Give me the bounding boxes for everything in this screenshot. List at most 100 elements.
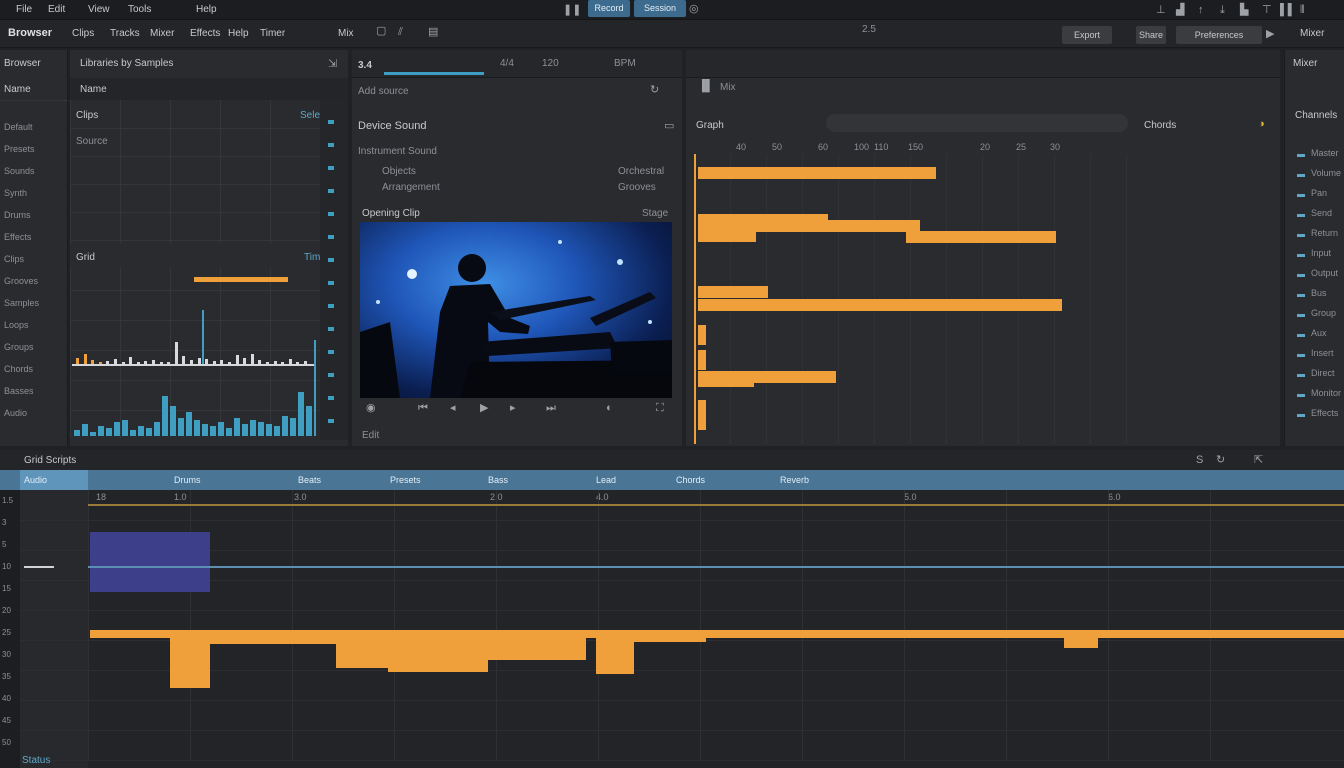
- channel-item[interactable]: Insert: [1311, 348, 1334, 358]
- toolbar-timer[interactable]: Timer: [260, 28, 285, 39]
- menu-view[interactable]: View: [88, 4, 110, 15]
- browser-item[interactable]: Basses: [4, 386, 34, 396]
- fullscreen-icon[interactable]: ⛶: [656, 402, 664, 414]
- download-icon[interactable]: ⤓: [1220, 4, 1225, 16]
- toolbar-tracks[interactable]: Tracks: [110, 28, 140, 39]
- menu-edit[interactable]: Edit: [48, 4, 65, 15]
- timeline-number: 5: [2, 540, 7, 549]
- metronome-icon[interactable]: ⊥: [1156, 4, 1166, 16]
- track-tab[interactable]: Chords: [676, 475, 705, 485]
- browser-item[interactable]: Groups: [4, 342, 34, 352]
- window-icon[interactable]: ▭: [664, 120, 674, 132]
- refresh-icon[interactable]: ↻: [650, 84, 659, 96]
- browser-item[interactable]: Samples: [4, 298, 39, 308]
- arrow-icon[interactable]: ↑: [1198, 4, 1204, 16]
- chart-icon[interactable]: ▙: [1240, 4, 1248, 16]
- channel-item[interactable]: Bus: [1311, 288, 1327, 298]
- channel-item[interactable]: Effects: [1311, 408, 1338, 418]
- user-icon[interactable]: ⫴: [1300, 4, 1305, 16]
- tab-session[interactable]: Session: [634, 0, 686, 17]
- channel-item[interactable]: Pan: [1311, 188, 1327, 198]
- graph-filter-bar[interactable]: [826, 114, 1128, 132]
- toolbar-right-label[interactable]: Mixer: [1300, 28, 1324, 39]
- browser-filter[interactable]: Name: [4, 84, 31, 95]
- track-tab[interactable]: Audio: [24, 475, 47, 485]
- analyzer-tab-filter[interactable]: Name: [80, 84, 107, 95]
- toolbar-mixer[interactable]: Mixer: [150, 28, 174, 39]
- skip-icon[interactable]: ⏭: [546, 402, 556, 414]
- menu-file[interactable]: File: [16, 4, 32, 15]
- play-icon[interactable]: ❚❚: [563, 4, 581, 16]
- menu-help[interactable]: Help: [196, 4, 217, 15]
- video-right[interactable]: Stage: [642, 208, 668, 219]
- track-tab[interactable]: Bass: [488, 475, 508, 485]
- toolbar-effects[interactable]: Effects: [190, 28, 220, 39]
- sync-icon[interactable]: ↻: [1216, 454, 1225, 466]
- back-icon[interactable]: ◂: [450, 402, 456, 414]
- graph-tab-label[interactable]: Mix: [720, 82, 736, 93]
- browser-item[interactable]: Synth: [4, 188, 27, 198]
- tab-record[interactable]: Record: [588, 0, 630, 17]
- play-icon-toolbar[interactable]: ▶: [1266, 28, 1274, 40]
- preferences-button[interactable]: Preferences: [1176, 26, 1262, 44]
- browser-item[interactable]: Presets: [4, 144, 35, 154]
- expand-icon[interactable]: ⇱: [1254, 454, 1263, 466]
- share-button[interactable]: Share: [1136, 26, 1166, 44]
- video-frame[interactable]: [360, 222, 672, 398]
- snap-icon[interactable]: ▢: [376, 25, 386, 37]
- browser-item[interactable]: Audio: [4, 408, 27, 418]
- loop-icon[interactable]: ⫽: [398, 26, 403, 38]
- browser-item[interactable]: Effects: [4, 232, 31, 242]
- forward-icon[interactable]: ▸: [510, 402, 516, 414]
- toolbar-mix[interactable]: Mix: [338, 28, 354, 39]
- track-tab[interactable]: Beats: [298, 475, 321, 485]
- settings-icon-timeline[interactable]: S: [1196, 454, 1203, 466]
- track-tab[interactable]: Presets: [390, 475, 421, 485]
- stop-icon[interactable]: ◉: [366, 402, 376, 414]
- browser-item[interactable]: Drums: [4, 210, 31, 220]
- channel-item[interactable]: Direct: [1311, 368, 1335, 378]
- channel-item[interactable]: Master: [1311, 148, 1339, 158]
- transport-progress[interactable]: [384, 72, 484, 75]
- clip-block[interactable]: [90, 532, 210, 592]
- channel-item[interactable]: Volume: [1311, 168, 1341, 178]
- browser-item[interactable]: Sounds: [4, 166, 35, 176]
- channel-item[interactable]: Send: [1311, 208, 1332, 218]
- grid-icon[interactable]: ▤: [428, 26, 438, 38]
- browser-item[interactable]: Grooves: [4, 276, 38, 286]
- rewind-icon[interactable]: ⏮: [418, 402, 428, 414]
- graph-options-icon[interactable]: ◑: [1258, 118, 1265, 130]
- play-icon-video[interactable]: ▶: [480, 402, 488, 414]
- preview-placeholder[interactable]: Add source: [358, 86, 409, 97]
- channel-item[interactable]: Monitor: [1311, 388, 1341, 398]
- pin-icon[interactable]: ⊤: [1262, 4, 1272, 16]
- toolbar-clips[interactable]: Clips: [72, 28, 94, 39]
- settings-icon[interactable]: ◎: [689, 3, 699, 15]
- graph-tab-icon[interactable]: ▐▌: [698, 80, 714, 92]
- transport-field-3[interactable]: BPM: [614, 58, 636, 69]
- channel-item[interactable]: Group: [1311, 308, 1336, 318]
- track-tab[interactable]: Drums: [174, 475, 201, 485]
- row1-value[interactable]: Orchestral: [618, 166, 664, 177]
- track-tab[interactable]: Lead: [596, 475, 616, 485]
- menu-tools[interactable]: Tools: [128, 4, 151, 15]
- transport-field-2[interactable]: 120: [542, 58, 559, 69]
- volume-icon[interactable]: ◐: [606, 402, 613, 414]
- channel-item[interactable]: Return: [1311, 228, 1338, 238]
- export-button[interactable]: Export: [1062, 26, 1112, 44]
- channel-item[interactable]: Output: [1311, 268, 1338, 278]
- browser-item[interactable]: Default: [4, 122, 33, 132]
- channel-item[interactable]: Aux: [1311, 328, 1327, 338]
- browser-item[interactable]: Chords: [4, 364, 33, 374]
- channel-item[interactable]: Input: [1311, 248, 1331, 258]
- mixer-icon[interactable]: ▌▌: [1280, 4, 1296, 16]
- row2-value[interactable]: Grooves: [618, 182, 656, 193]
- browser-item[interactable]: Clips: [4, 254, 24, 264]
- track-tab[interactable]: Reverb: [780, 475, 809, 485]
- toolbar-help[interactable]: Help: [228, 28, 249, 39]
- browser-item[interactable]: Loops: [4, 320, 29, 330]
- preview-bottom[interactable]: Edit: [362, 430, 379, 441]
- collapse-icon[interactable]: ⇲: [328, 58, 337, 70]
- transport-field-1[interactable]: 4/4: [500, 58, 514, 69]
- levels-icon[interactable]: ▟: [1176, 4, 1184, 16]
